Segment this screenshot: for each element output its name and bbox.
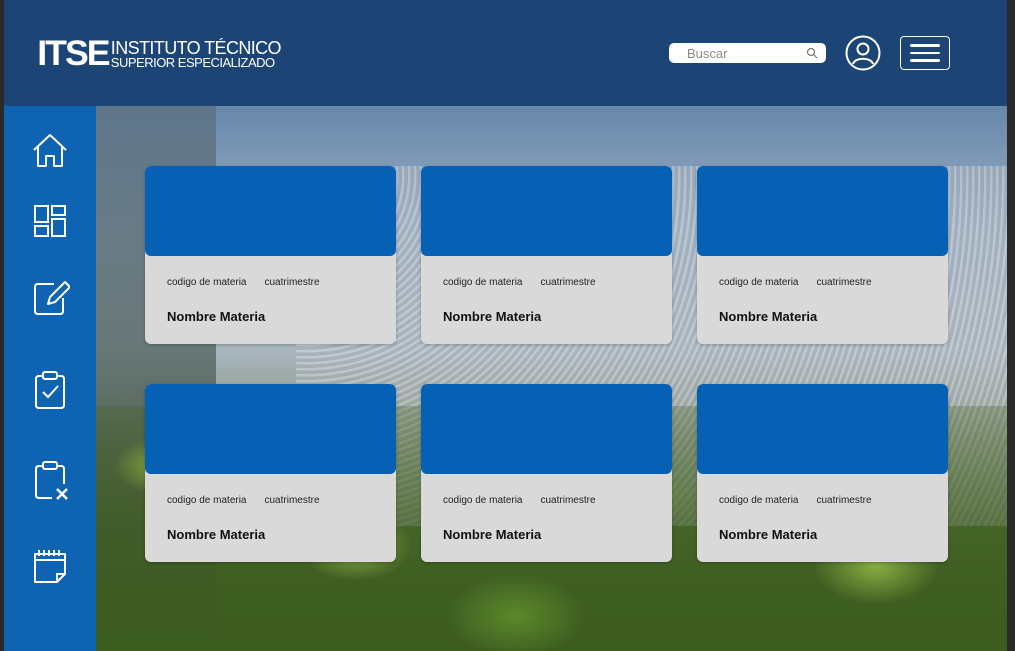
course-name: Nombre Materia <box>719 527 818 542</box>
sidebar <box>4 106 96 651</box>
brand-line-1: INSTITUTO TÉCNICO <box>110 37 282 58</box>
course-code: codigo de materia <box>719 495 799 506</box>
course-term: cuatrimestre <box>264 495 320 506</box>
course-code: codigo de materia <box>719 277 799 288</box>
course-card-banner <box>697 166 948 256</box>
course-name: Nombre Materia <box>167 309 266 324</box>
user-circle-icon[interactable] <box>845 35 881 71</box>
course-card-meta: codigo de materia cuatrimestre <box>443 495 596 506</box>
hamburger-line <box>910 59 940 62</box>
course-card[interactable]: codigo de materia cuatrimestre Nombre Ma… <box>697 166 948 344</box>
course-card-banner <box>421 384 672 474</box>
course-code: codigo de materia <box>443 495 523 506</box>
course-card[interactable]: codigo de materia cuatrimestre Nombre Ma… <box>421 384 672 562</box>
course-name: Nombre Materia <box>167 527 266 542</box>
dashboard-icon[interactable] <box>30 201 70 241</box>
course-term: cuatrimestre <box>540 495 596 506</box>
course-term: cuatrimestre <box>264 277 320 288</box>
hamburger-menu-button[interactable] <box>900 36 950 70</box>
course-name: Nombre Materia <box>443 309 542 324</box>
brand-name: INSTITUTO TÉCNICO SUPERIOR ESPECIALIZADO <box>110 37 282 70</box>
course-term: cuatrimestre <box>816 277 872 288</box>
course-card-meta: codigo de materia cuatrimestre <box>443 277 596 288</box>
clipboard-x-icon[interactable] <box>30 460 70 500</box>
course-term: cuatrimestre <box>540 277 596 288</box>
hamburger-menu-icon <box>910 44 940 47</box>
course-card-banner <box>145 384 396 474</box>
course-card-meta: codigo de materia cuatrimestre <box>167 277 320 288</box>
course-card-meta: codigo de materia cuatrimestre <box>719 277 872 288</box>
clipboard-check-icon[interactable] <box>30 370 70 410</box>
app-frame: ITSE INSTITUTO TÉCNICO SUPERIOR ESPECIAL… <box>4 0 1007 651</box>
course-card-meta: codigo de materia cuatrimestre <box>167 495 320 506</box>
course-code: codigo de materia <box>167 495 247 506</box>
course-card-banner <box>145 166 396 256</box>
edit-icon[interactable] <box>30 278 70 318</box>
course-card[interactable]: codigo de materia cuatrimestre Nombre Ma… <box>145 384 396 562</box>
top-header: ITSE INSTITUTO TÉCNICO SUPERIOR ESPECIAL… <box>4 0 1007 106</box>
hamburger-line <box>910 51 940 55</box>
course-card[interactable]: codigo de materia cuatrimestre Nombre Ma… <box>697 384 948 562</box>
search-input[interactable]: Buscar <box>669 43 826 63</box>
main-content: codigo de materia cuatrimestre Nombre Ma… <box>96 106 1007 651</box>
calendar-icon[interactable] <box>30 546 70 586</box>
search-icon[interactable] <box>806 47 818 59</box>
course-code: codigo de materia <box>167 277 247 288</box>
home-icon[interactable] <box>30 131 70 171</box>
course-card[interactable]: codigo de materia cuatrimestre Nombre Ma… <box>421 166 672 344</box>
brand-mark: ITSE <box>37 34 110 73</box>
course-name: Nombre Materia <box>443 527 542 542</box>
brand-logo[interactable]: ITSE INSTITUTO TÉCNICO SUPERIOR ESPECIAL… <box>37 34 282 73</box>
brand-line-2: SUPERIOR ESPECIALIZADO <box>110 54 275 70</box>
course-term: cuatrimestre <box>816 495 872 506</box>
course-name: Nombre Materia <box>719 309 818 324</box>
course-card[interactable]: codigo de materia cuatrimestre Nombre Ma… <box>145 166 396 344</box>
course-card-banner <box>697 384 948 474</box>
course-card-meta: codigo de materia cuatrimestre <box>719 495 872 506</box>
course-code: codigo de materia <box>443 277 523 288</box>
search-placeholder: Buscar <box>687 45 728 61</box>
course-card-banner <box>421 166 672 256</box>
